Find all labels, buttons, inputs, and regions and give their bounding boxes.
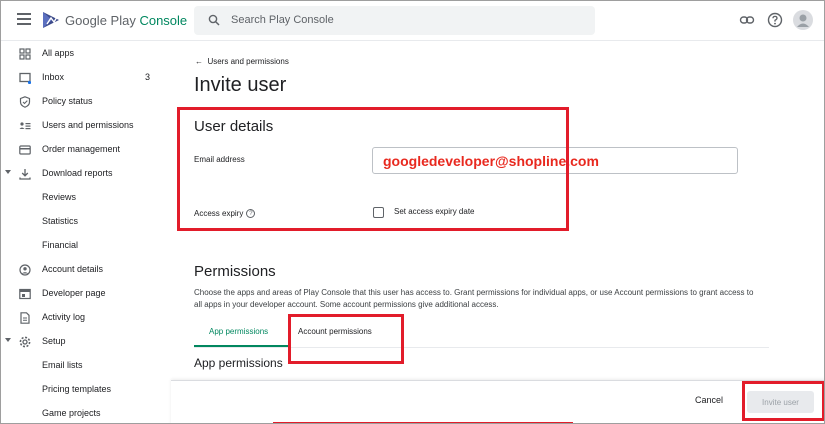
inbox-icon (19, 72, 31, 84)
link-icon[interactable] (739, 12, 755, 28)
search-icon (208, 14, 220, 26)
sidebar-item-all-apps[interactable]: All apps (1, 43, 171, 67)
sidebar-item-label: Reviews (42, 192, 77, 202)
sidebar-item-inbox[interactable]: Inbox 3 (1, 67, 171, 91)
window-frame: Google Play Console Search Play Console (0, 0, 825, 424)
sidebar-item-label: Setup (42, 336, 66, 346)
shield-icon (19, 96, 31, 108)
sidebar-item-pricing-templates[interactable]: Pricing templates (1, 379, 171, 403)
sidebar-item-developer-page[interactable]: Developer page (1, 283, 171, 307)
sidebar-item-label: Developer page (42, 288, 106, 298)
page-icon (19, 288, 31, 300)
sidebar-item-label: Order management (42, 144, 121, 154)
card-icon (19, 145, 31, 155)
download-icon (19, 169, 31, 180)
log-icon (20, 312, 30, 324)
sidebar-item-order-management[interactable]: Order management (1, 139, 171, 163)
brand-title[interactable]: Google Play Console (65, 13, 187, 28)
brand-google: Google Play (65, 13, 136, 28)
permissions-description: Choose the apps and areas of Play Consol… (194, 288, 754, 309)
sidebar-item-label: All apps (42, 48, 75, 58)
sidebar-item-label: Users and permissions (42, 120, 134, 130)
sidebar-item-policy-status[interactable]: Policy status (1, 91, 171, 115)
user-icon (797, 14, 809, 27)
sidebar-item-label: Policy status (42, 96, 93, 106)
sidebar-item-label: Statistics (42, 216, 79, 226)
search-input[interactable]: Search Play Console (231, 14, 334, 26)
users-icon (19, 122, 31, 130)
inbox-count-badge: 3 (145, 72, 151, 82)
annotation-box-user-details (177, 107, 569, 231)
cancel-button[interactable]: Cancel (695, 395, 723, 405)
sidebar-item-label: Email lists (42, 360, 83, 370)
sidebar: All apps Inbox 3 Policy status Users and… (1, 41, 171, 423)
help-icon[interactable] (767, 12, 783, 28)
account-icon (19, 264, 31, 276)
sidebar-item-game-projects[interactable]: Game projects (1, 403, 171, 423)
sidebar-item-label: Account details (42, 264, 104, 274)
sidebar-item-setup[interactable]: Setup (1, 331, 171, 355)
permissions-heading: Permissions (194, 263, 276, 280)
expand-caret-icon[interactable] (5, 170, 11, 174)
tab-app-permissions[interactable]: App permissions (209, 327, 268, 336)
brand-console: Console (139, 13, 188, 28)
annotation-box-account-permissions (288, 314, 404, 364)
back-arrow-icon: ← (195, 57, 203, 66)
play-console-logo-icon (43, 12, 59, 28)
sidebar-item-label: Pricing templates (42, 384, 112, 394)
tabs-divider (194, 347, 769, 348)
back-link[interactable]: ← Users and permissions (195, 57, 289, 66)
sidebar-item-users-and-permissions[interactable]: Users and permissions (1, 115, 171, 139)
sidebar-item-label: Financial (42, 240, 79, 250)
sidebar-item-financial[interactable]: Financial (1, 235, 171, 259)
sidebar-item-activity-log[interactable]: Activity log (1, 307, 171, 331)
page-title: Invite user (194, 74, 287, 96)
top-bar: Google Play Console Search Play Console (1, 1, 824, 41)
sidebar-item-label: Inbox (42, 72, 65, 82)
sidebar-item-account-details[interactable]: Account details (1, 259, 171, 283)
sidebar-item-label: Activity log (42, 312, 86, 322)
sidebar-item-email-lists[interactable]: Email lists (1, 355, 171, 379)
app-permissions-heading: App permissions (194, 356, 283, 370)
main-content: ← Users and permissions Invite user User… (171, 41, 824, 423)
expand-caret-icon[interactable] (5, 338, 11, 342)
sidebar-item-label: Download reports (42, 168, 113, 178)
sidebar-item-label: Game projects (42, 408, 101, 418)
grid-icon (19, 48, 31, 60)
action-bar: Cancel Invite user (171, 380, 824, 423)
annotation-box-invite-user (742, 381, 824, 421)
menu-icon[interactable] (17, 13, 31, 25)
sidebar-item-download-reports[interactable]: Download reports (1, 163, 171, 187)
sidebar-item-statistics[interactable]: Statistics (1, 211, 171, 235)
search-bar[interactable]: Search Play Console (194, 6, 595, 35)
sidebar-item-reviews[interactable]: Reviews (1, 187, 171, 211)
back-link-label: Users and permissions (207, 57, 289, 66)
gear-icon (19, 336, 31, 348)
avatar[interactable] (793, 10, 813, 30)
